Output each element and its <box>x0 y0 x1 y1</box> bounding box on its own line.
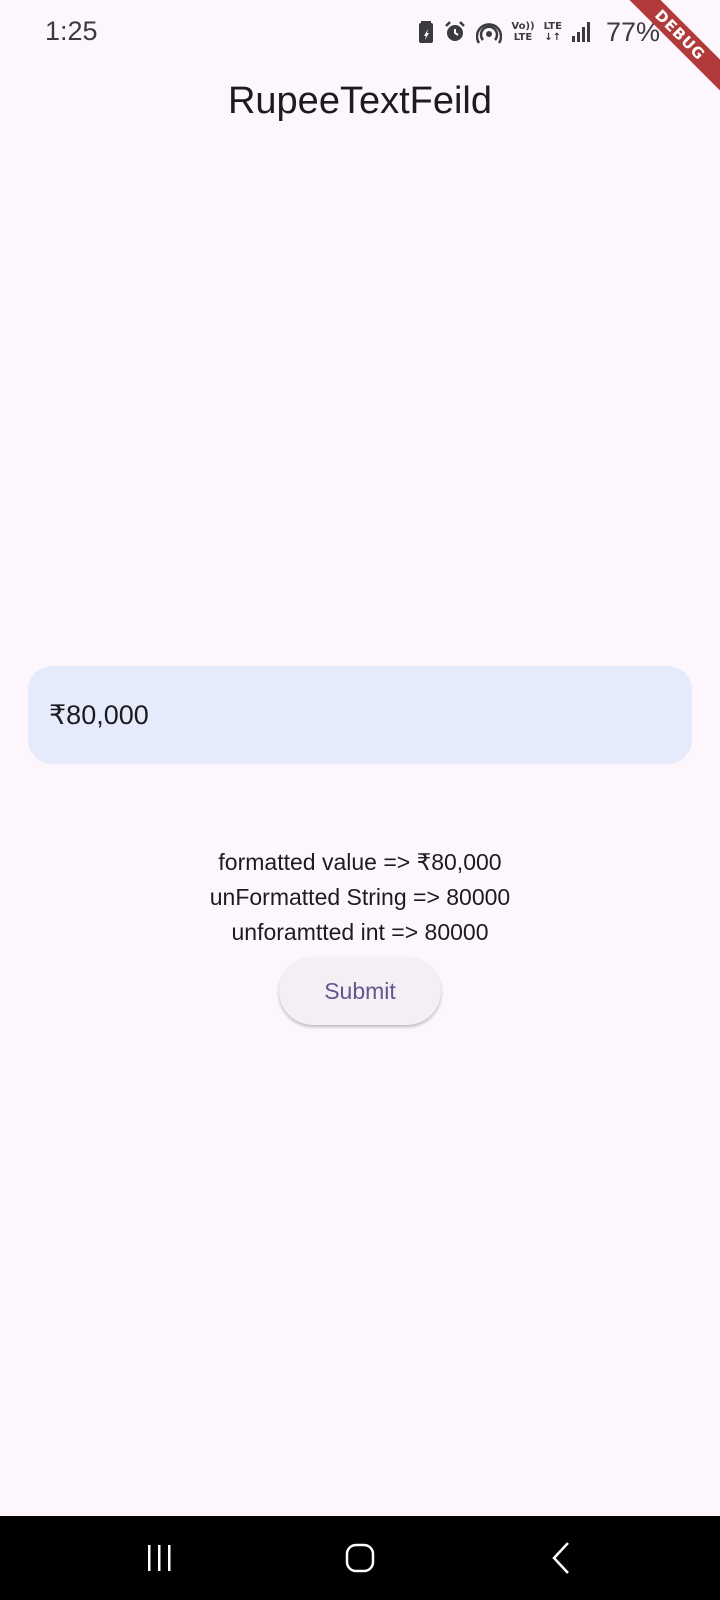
page-title: RupeeTextFeild <box>227 80 493 122</box>
lte-text: LTE <box>543 21 562 32</box>
hotspot-icon <box>476 23 503 44</box>
home-icon <box>345 1543 375 1573</box>
formatted-value-text: formatted value => ₹80,000 <box>218 849 502 875</box>
recents-icon <box>148 1545 171 1571</box>
signal-icon <box>571 22 590 42</box>
volte-top-text: Vo)) <box>511 21 535 32</box>
amount-field[interactable] <box>28 666 692 764</box>
unformatted-string-text: unFormatted String => 80000 <box>209 884 511 910</box>
battery-saver-icon <box>419 21 434 43</box>
volte-bottom-text: LTE <box>513 32 533 43</box>
status-bar: 1:25 Vo)) LTE LTE ↓↑ 77% <box>0 0 720 64</box>
back-icon <box>552 1542 569 1574</box>
recents-button[interactable] <box>139 1538 179 1578</box>
submit-button[interactable]: Submit <box>279 957 441 1025</box>
volte-icon: Vo)) LTE <box>511 21 534 43</box>
unformatted-int-text: unforamtted int => 80000 <box>231 919 489 945</box>
alarm-icon <box>445 21 466 41</box>
home-button[interactable] <box>340 1538 380 1578</box>
data-arrows-icon: ↓↑ <box>544 32 562 43</box>
lte-data-icon: LTE ↓↑ <box>544 21 562 43</box>
results: formatted value => ₹80,000 unFormatted S… <box>0 845 720 950</box>
back-button[interactable] <box>542 1538 582 1578</box>
status-time: 1:25 <box>45 16 98 46</box>
status-icons: Vo)) LTE LTE ↓↑ 77% <box>418 16 660 47</box>
battery-percent: 77% <box>605 16 660 47</box>
amount-input[interactable] <box>49 699 649 731</box>
nav-bar <box>0 1516 720 1600</box>
